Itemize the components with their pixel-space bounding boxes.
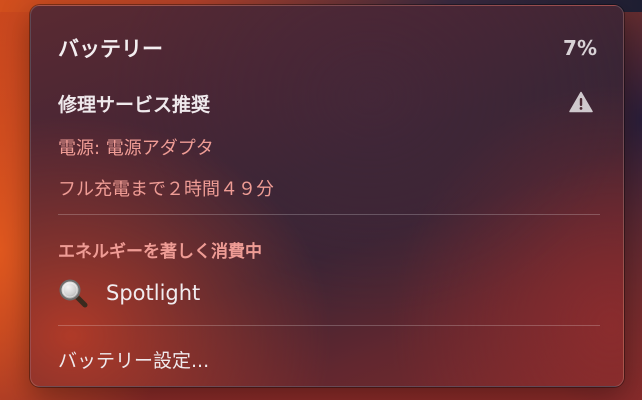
battery-settings-item[interactable]: バッテリー設定... [58,346,209,373]
battery-menu-panel: バッテリー 7% 修理サービス推奨 電源: 電源アダプタ フル充電まで２時間４９… [30,5,624,387]
app-name: Spotlight [106,281,201,305]
power-source-text: 電源: 電源アダプタ [58,138,214,159]
service-recommended-item[interactable]: 修理サービス推奨 [58,90,210,117]
warning-triangle-icon [569,91,593,113]
magnifier-icon [59,279,88,308]
menu-divider [58,214,600,215]
battery-title: バッテリー [58,37,163,61]
time-to-full-text: フル充電まで２時間４９分 [58,179,274,200]
app-item-spotlight[interactable]: Spotlight [58,278,200,308]
menu-divider [58,325,600,326]
battery-percentage: 7% [563,36,597,60]
energy-heading: エネルギーを著しく消費中 [58,242,262,262]
